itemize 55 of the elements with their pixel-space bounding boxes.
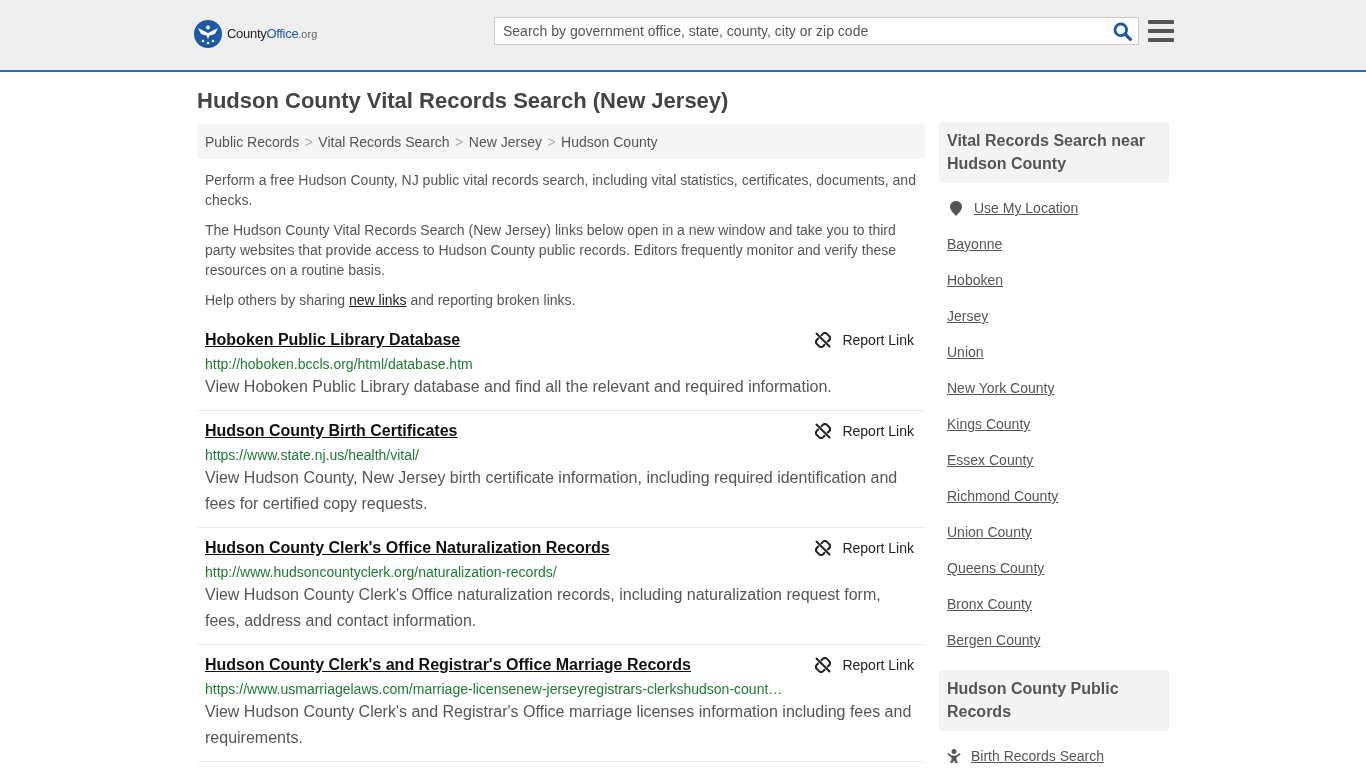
sidebar-link[interactable]: Kings County xyxy=(947,414,1031,434)
resource-url: http://www.hudsoncountyclerk.org/naturalization-records/ xyxy=(205,563,558,582)
breadcrumb-link[interactable]: Vital Records Search xyxy=(318,131,450,152)
sidebar-link[interactable]: Hoboken xyxy=(947,270,1004,290)
intro-text: The Hudson County Vital Records Search (New Jersey) links below open in a new window and take you to third party websites that provide access to Hudson County public records. Editors frequently monitor and verify these resources on a routine basis. xyxy=(204,221,897,280)
broken-link-icon xyxy=(815,657,832,673)
sidebar-heading: Hudson County Public Records xyxy=(939,670,1169,731)
resource-url: https://www.usmarriagelaws.com/marriage-licensenew-jerseyregistrars-clerkshudson-count… xyxy=(205,680,784,699)
sidebar-link[interactable]: Birth Records Search xyxy=(971,746,1105,766)
sidebar-link[interactable]: Richmond County xyxy=(947,486,1059,506)
intro-text: Help others by sharing new links and reporting broken links. xyxy=(204,291,577,310)
sidebar-link[interactable]: Bronx County xyxy=(947,594,1032,614)
menu-icon[interactable] xyxy=(1148,20,1174,42)
logo-text[interactable]: CountyOffice.org xyxy=(227,26,318,42)
resource-description: View Hudson County, New Jersey birth certificate information, including required identification and fees for certified copy requests. xyxy=(205,468,899,514)
sidebar-link[interactable]: Union County xyxy=(947,522,1032,542)
sidebar-heading: Vital Records Search near Hudson County xyxy=(939,122,1169,183)
resource-title-link[interactable]: Hoboken Public Library Database xyxy=(205,329,461,351)
search-icon[interactable] xyxy=(1113,21,1132,41)
resource-description: View Hoboken Public Library database and find all the relevant and required information. xyxy=(205,377,833,397)
resource-title-link[interactable]: Hudson County Birth Certificates xyxy=(205,420,458,442)
resource-title-link[interactable]: Hudson County Clerk's Office Naturalization Records xyxy=(205,537,610,559)
broken-link-icon xyxy=(815,332,832,348)
text-link[interactable]: new links xyxy=(348,292,407,308)
broken-link-icon xyxy=(815,540,832,556)
resource-title-link[interactable]: Hudson County Clerk's and Registrar's Office Marriage Records xyxy=(205,654,691,676)
sidebar-link[interactable]: Queens County xyxy=(947,558,1045,578)
sidebar-link[interactable]: Essex County xyxy=(947,450,1034,470)
sidebar-link[interactable]: Union xyxy=(947,342,984,362)
sidebar-link[interactable]: Bayonne xyxy=(947,234,1003,254)
breadcrumb-link[interactable]: Public Records xyxy=(205,131,300,152)
report-link[interactable]: Report Link xyxy=(815,420,914,442)
resource-url: https://www.state.nj.us/health/vital/ xyxy=(205,446,420,465)
report-link[interactable]: Report Link xyxy=(815,654,914,676)
resource-description: View Hudson County Clerk's Office naturalization records, including naturalization request form, fees, address and contact information. xyxy=(205,585,882,631)
resource-description: View Hudson County Clerk's and Registrar's Office marriage licenses information including fees and requirements. xyxy=(205,702,913,748)
breadcrumb-separator: > xyxy=(455,132,464,152)
report-link[interactable]: Report Link xyxy=(815,537,914,559)
breadcrumb-link[interactable]: New Jersey xyxy=(468,131,542,152)
sidebar-link[interactable]: Jersey xyxy=(947,306,989,326)
sidebar-link[interactable]: New York County xyxy=(947,378,1055,398)
breadcrumb-separator: > xyxy=(304,132,313,152)
map-pin-icon xyxy=(950,200,962,216)
broken-link-icon xyxy=(815,423,832,439)
resource-url: http://hoboken.bccls.org/html/database.htm xyxy=(205,355,474,374)
sidebar-link[interactable]: Bergen County xyxy=(947,630,1041,650)
person-icon xyxy=(947,749,961,763)
search-field[interactable]: Search by government office, state, county, city or zip code xyxy=(494,17,1139,45)
breadcrumb-link[interactable]: Hudson County xyxy=(561,131,658,152)
logo-icon[interactable] xyxy=(194,20,222,48)
breadcrumb-separator: > xyxy=(547,132,556,152)
page-title: Hudson County Vital Records Search (New Jersey) xyxy=(197,88,730,114)
report-link[interactable]: Report Link xyxy=(815,329,914,351)
location-link[interactable]: Use My Location xyxy=(974,198,1079,218)
intro-text: Perform a free Hudson County, NJ public vital records search, including vital statistics, certificates, documents, and checks. xyxy=(204,171,917,210)
